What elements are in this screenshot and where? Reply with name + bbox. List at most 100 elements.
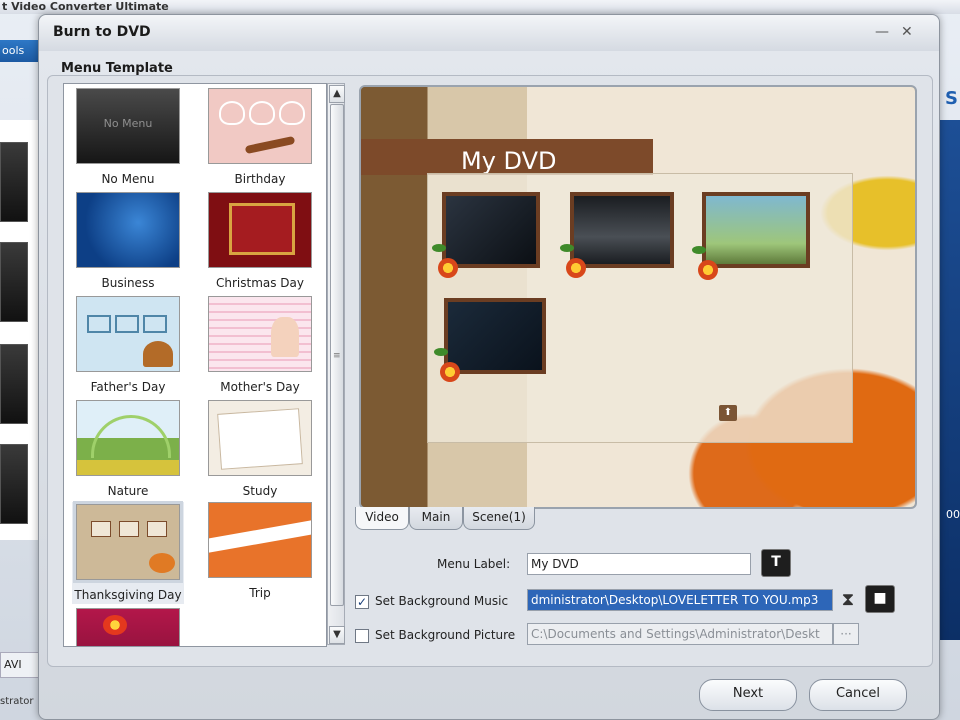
- template-thumbnail: No Menu: [76, 88, 180, 164]
- template-thumbnail: [76, 400, 180, 476]
- cancel-button[interactable]: Cancel: [809, 679, 907, 711]
- background-picture-browse-button[interactable]: ···: [833, 623, 859, 645]
- template-thumbnail: [208, 400, 312, 476]
- template-no-menu[interactable]: No Menu No Menu: [76, 88, 180, 186]
- background-bottom-label: strator: [0, 696, 34, 707]
- template-label: Christmas Day: [215, 276, 304, 290]
- template-thumbnail: [73, 501, 183, 583]
- tab-main[interactable]: Main: [409, 507, 463, 530]
- background-picture-input[interactable]: C:\Documents and Settings\Administrator\…: [527, 623, 833, 645]
- template-thumbnail: [76, 608, 180, 646]
- background-format-select[interactable]: AVI: [0, 652, 41, 678]
- template-label: Study: [242, 484, 278, 498]
- template-label: Business: [101, 276, 155, 290]
- preview-navigation-icon[interactable]: ⬆: [719, 405, 737, 421]
- background-music-label: Set Background Music: [375, 594, 509, 608]
- burn-to-dvd-dialog: Burn to DVD — ✕ Menu Template No Menu No…: [38, 14, 940, 720]
- template-thumbnail: [208, 502, 312, 578]
- scroll-down-button[interactable]: ▼: [329, 626, 345, 644]
- stop-music-button[interactable]: ■: [865, 585, 895, 613]
- scene-image: [446, 196, 536, 264]
- frame-icon: [91, 521, 111, 537]
- leaf-decoration-icon: [692, 246, 706, 254]
- background-thumbnail[interactable]: [0, 242, 28, 322]
- flower-decoration-icon: [440, 362, 460, 382]
- frame-icon: [87, 315, 111, 333]
- background-thumbnail-strip: [0, 120, 40, 540]
- background-menu-tab[interactable]: ools: [0, 40, 42, 62]
- road-stripe-icon: [209, 518, 311, 554]
- template-nature[interactable]: Nature: [76, 400, 180, 498]
- minimize-icon[interactable]: —: [875, 24, 889, 40]
- tab-video[interactable]: Video: [355, 507, 409, 530]
- background-app-fragment: S: [945, 88, 958, 109]
- background-picture-checkbox[interactable]: [355, 629, 369, 643]
- template-thumbnail: [76, 192, 180, 268]
- template-label: Father's Day: [90, 380, 166, 394]
- frame-icon: [119, 521, 139, 537]
- template-label: No Menu: [101, 172, 155, 186]
- no-menu-thumb-text: No Menu: [103, 117, 153, 130]
- frame-icon: [229, 203, 295, 255]
- frame-icon: [115, 315, 139, 333]
- close-icon[interactable]: ✕: [901, 24, 913, 40]
- menu-template-list[interactable]: No Menu No Menu Birthday Business Christ…: [63, 83, 327, 647]
- flower-decoration-icon: [566, 258, 586, 278]
- template-birthday[interactable]: Birthday: [208, 88, 312, 186]
- leaf-decoration-icon: [434, 348, 448, 356]
- leaf-decoration-icon: [432, 244, 446, 252]
- template-partial[interactable]: [76, 608, 180, 646]
- scrollbar-thumb[interactable]: ≡: [330, 104, 344, 606]
- template-thumbnail: [76, 296, 180, 372]
- frame-icon: [143, 315, 167, 333]
- flower-decoration-icon: [698, 260, 718, 280]
- template-thumbnail: [208, 88, 312, 164]
- notebook-icon: [217, 408, 303, 470]
- heart-icon: [279, 101, 305, 125]
- template-mothers-day[interactable]: Mother's Day: [208, 296, 312, 394]
- template-label: Nature: [107, 484, 149, 498]
- background-app-title: t Video Converter Ultimate: [0, 0, 960, 14]
- background-thumbnail[interactable]: [0, 444, 28, 524]
- scene-thumbnail-2[interactable]: [570, 192, 674, 268]
- menu-label-input[interactable]: My DVD: [527, 553, 751, 575]
- background-thumbnail[interactable]: [0, 142, 28, 222]
- hourglass-icon: ⧗: [841, 589, 855, 610]
- template-label: Trip: [249, 586, 271, 600]
- pumpkin-icon: [149, 553, 175, 573]
- heart-icon: [249, 101, 275, 125]
- dialog-titlebar[interactable]: Burn to DVD — ✕: [39, 15, 939, 51]
- menu-template-heading: Menu Template: [61, 61, 173, 76]
- rainbow-icon: [91, 415, 171, 458]
- template-business[interactable]: Business: [76, 192, 180, 290]
- preview-scene-panel: [427, 173, 853, 443]
- template-thanksgiving-day[interactable]: Thanksgiving Day: [72, 501, 184, 604]
- template-trip[interactable]: Trip: [208, 502, 312, 600]
- heart-icon: [219, 101, 245, 125]
- dialog-title: Burn to DVD: [53, 24, 151, 40]
- violin-icon: [244, 135, 296, 155]
- background-thumbnail[interactable]: [0, 344, 28, 424]
- flower-decoration-icon: [438, 258, 458, 278]
- tab-scene[interactable]: Scene(1): [463, 507, 535, 530]
- template-label: Birthday: [234, 172, 286, 186]
- scrollbar-grip-icon: ≡: [333, 351, 341, 361]
- bear-icon: [143, 341, 173, 367]
- background-right-number: 00: [946, 508, 960, 521]
- menu-label-label: Menu Label:: [437, 557, 511, 571]
- scene-image: [706, 196, 806, 264]
- template-label: Thanksgiving Day: [74, 588, 182, 602]
- template-christmas-day[interactable]: Christmas Day: [208, 192, 312, 290]
- frame-icon: [147, 521, 167, 537]
- scene-thumbnail-3[interactable]: [702, 192, 810, 268]
- background-music-checkbox[interactable]: ✓: [355, 595, 369, 609]
- template-fathers-day[interactable]: Father's Day: [76, 296, 180, 394]
- scene-thumbnail-1[interactable]: [442, 192, 540, 268]
- text-style-button[interactable]: T: [761, 549, 791, 577]
- next-button[interactable]: Next: [699, 679, 797, 711]
- scene-thumbnail-4[interactable]: [444, 298, 546, 374]
- template-list-scrollbar[interactable]: ▲ ≡ ▼: [327, 83, 345, 645]
- template-study[interactable]: Study: [208, 400, 312, 498]
- scroll-up-button[interactable]: ▲: [329, 85, 345, 103]
- background-music-input[interactable]: dministrator\Desktop\LOVELETTER TO YOU.m…: [527, 589, 833, 611]
